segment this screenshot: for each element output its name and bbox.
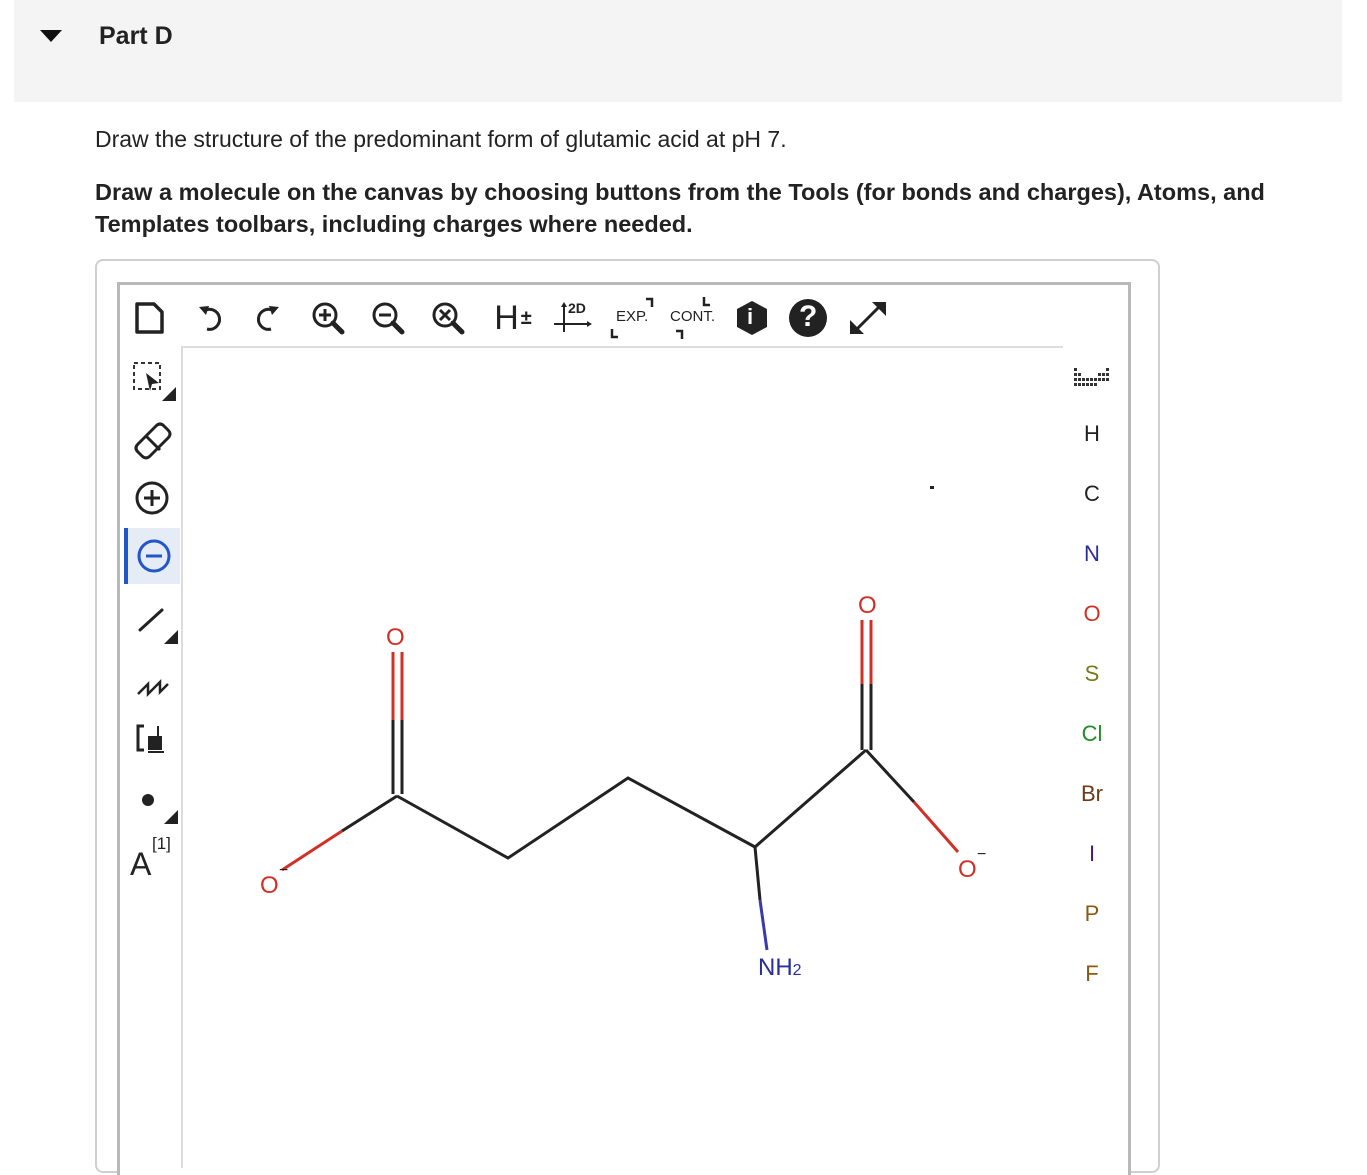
drawing-canvas[interactable] [181,346,1063,1168]
atom-button-cl[interactable]: Cl [1066,712,1118,756]
reset-zoom-button[interactable] [426,294,470,342]
redo-icon [256,306,279,331]
single-bond-icon [138,608,178,644]
atom-button-p[interactable]: P [1066,892,1118,936]
atom-button-n[interactable]: N [1066,532,1118,576]
amine-nitrogen[interactable]: NH2 [758,956,802,980]
atom-map-button[interactable]: A [1] [124,830,180,886]
hydrogen-toggle-sign: ± [520,306,532,329]
new-document-button[interactable] [127,294,171,342]
atom-map-letter: A [130,846,152,882]
contract-button[interactable]: CONT. [664,294,722,342]
part-title: Part D [99,22,173,50]
part-header [14,0,1342,102]
atom-button-c[interactable]: C [1066,472,1118,516]
zoom-out-button[interactable] [366,294,410,342]
canvas-speck [930,486,934,489]
radical-dot-icon [142,794,178,824]
atom-button-s[interactable]: S [1066,652,1118,696]
atom-button-br[interactable]: Br [1066,772,1118,816]
select-tool-button[interactable] [124,352,180,408]
undo-button[interactable] [190,294,234,342]
expand-label: EXP. [616,308,649,325]
carbonyl-oxygen-left[interactable]: O [386,626,405,650]
undo-icon [199,306,222,331]
fullscreen-button[interactable] [846,294,890,342]
negative-charge-button[interactable] [124,528,180,584]
template-bracket-icon [136,724,164,753]
positive-charge-button[interactable] [124,470,180,526]
reset-zoom-icon [432,302,465,335]
zoom-out-icon [372,302,405,335]
toggle-hydrogens-button[interactable]: H ± [488,294,538,342]
carbonyl-oxygen-right[interactable]: O [858,594,877,618]
eraser-icon [134,422,172,460]
new-document-icon [135,302,164,334]
eraser-tool-button[interactable] [124,410,180,466]
hydrogen-h-label: H [494,298,519,337]
fullscreen-arrows-icon [850,302,886,334]
atom-button-h[interactable]: H [1066,412,1118,456]
lasso-select-icon [133,362,176,401]
zoom-in-button[interactable] [306,294,350,342]
plus-charge-icon [135,481,169,515]
zoom-in-icon [312,302,345,335]
negative-charge-left: − [279,862,289,879]
atom-button-o[interactable]: O [1066,592,1118,636]
radical-tool-button[interactable] [124,772,180,828]
help-label: ? [799,300,818,333]
minus-charge-icon [137,539,171,573]
info-button[interactable]: i [730,294,774,342]
carboxylate-oxygen-left[interactable]: O [260,874,279,898]
chain-icon [137,678,169,698]
info-label: i [747,304,754,329]
atom-button-f[interactable]: F [1066,952,1118,996]
instructions-text: Draw a molecule on the canvas by choosin… [95,179,1265,237]
carboxylate-oxygen-right[interactable]: O [958,858,977,882]
chain-tool-button[interactable] [124,654,180,710]
periodic-table-icon [1074,368,1109,386]
help-button[interactable]: ? [786,294,830,342]
contract-label: CONT. [670,308,715,325]
negative-charge-right: − [977,846,987,863]
atom-button-i[interactable]: I [1066,832,1118,876]
single-bond-button[interactable] [124,592,180,648]
collapse-caret-icon[interactable] [40,30,62,42]
clean-2d-button[interactable]: 2D [548,294,596,342]
template-tool-button[interactable] [124,710,180,766]
atom-map-index: [1] [152,834,171,853]
expand-button[interactable]: EXP. [606,294,660,342]
redo-button[interactable] [244,294,288,342]
periodic-table-button[interactable] [1066,354,1118,398]
question-text: Draw the structure of the predominant fo… [95,126,787,152]
amine-label: NH [758,954,793,981]
amine-subscript: 2 [792,962,802,979]
clean-2d-label: 2D [568,300,586,316]
